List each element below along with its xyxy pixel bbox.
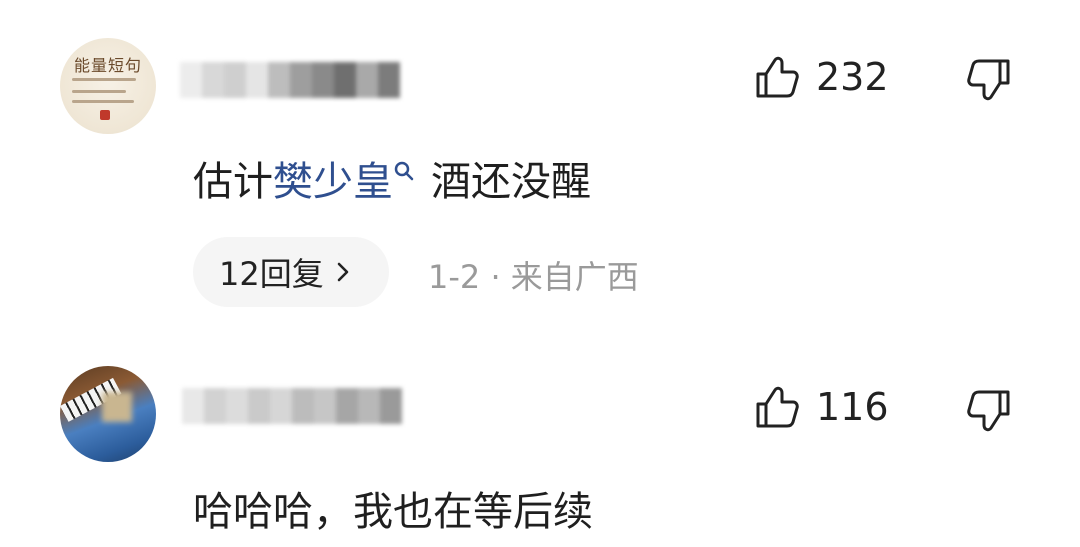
- thumbs-up-icon: [756, 386, 799, 428]
- avatar-blur: [102, 392, 132, 422]
- thumbs-down-icon[interactable]: [966, 388, 1012, 434]
- avatar[interactable]: [60, 366, 156, 462]
- username-blurred[interactable]: [182, 388, 402, 424]
- like-count: 116: [816, 385, 889, 429]
- comment-item: 116 哈哈哈，我也在等后续: [0, 0, 1080, 547]
- like-button[interactable]: 116: [754, 384, 889, 430]
- comment-text: 哈哈哈，我也在等后续: [193, 489, 593, 535]
